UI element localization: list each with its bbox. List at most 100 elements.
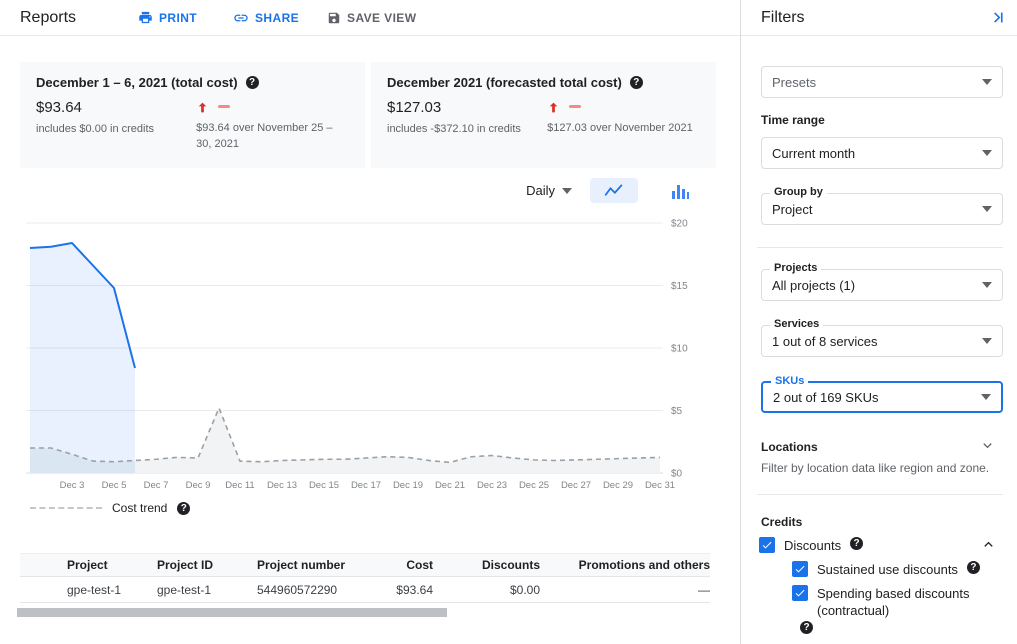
help-icon[interactable] [246,76,259,89]
svg-text:Dec 3: Dec 3 [60,480,85,491]
help-icon[interactable] [177,502,190,515]
svg-text:Dec 15: Dec 15 [309,480,339,491]
comparison-note: $93.64 over November 25 – 30, 2021 [196,121,349,153]
svg-text:Dec 7: Dec 7 [144,480,169,491]
card-title: December 1 – 6, 2021 (total cost) [36,75,238,90]
chevron-down-icon [980,438,995,453]
divider [757,494,1003,495]
card-title: December 2021 (forecasted total cost) [387,75,622,90]
page-title: Reports [20,9,76,27]
comparison-note: $127.03 over November 2021 [547,121,700,137]
discounts-credit-row: Discounts [759,537,863,554]
projects-label: Projects [770,262,821,275]
cell-promotions: — [540,583,710,597]
col-cost: Cost [357,558,433,572]
col-promotions: Promotions and others [540,558,710,572]
chart-controls: Daily [526,178,704,203]
print-button[interactable]: PRINT [138,10,197,25]
trend-up-icon [196,100,209,115]
credits-note: includes -$372.10 in credits [387,123,547,135]
caret-down-icon [562,188,572,194]
cell-project: gpe-test-1 [67,583,157,597]
services-label: Services [770,318,823,331]
link-icon [233,10,249,26]
locations-expand-button[interactable] [980,438,995,458]
cost-chart: $0$5$10$15$20Dec 3Dec 5Dec 7Dec 9Dec 11D… [20,210,720,502]
spending-discounts-row: Spending based discounts (contractual) [792,585,985,619]
help-icon[interactable] [800,621,813,634]
presets-dropdown[interactable]: Presets [761,66,1003,98]
skus-dropdown[interactable]: SKUs 2 out of 169 SKUs [761,381,1003,413]
print-label: PRINT [159,11,197,25]
presets-value: Presets [772,75,982,90]
bar-chart-toggle[interactable] [656,178,704,203]
cell-project-number: 544960572290 [257,583,357,597]
discounts-label: Discounts [784,537,841,554]
interval-value: Daily [526,183,555,198]
forecast-cost-card: December 2021 (forecasted total cost) $1… [371,62,716,168]
caret-down-icon [982,282,992,288]
group-by-label: Group by [770,186,827,199]
line-chart-icon [603,184,625,198]
group-by-dropdown[interactable]: Group by Project [761,193,1003,225]
help-icon[interactable] [850,537,863,550]
svg-text:Dec 9: Dec 9 [186,480,211,491]
col-project: Project [67,558,157,572]
chart-legend: Cost trend [30,501,190,515]
share-label: SHARE [255,11,299,25]
svg-text:$0: $0 [671,469,683,480]
share-button[interactable]: SHARE [233,10,299,26]
services-dropdown[interactable]: Services 1 out of 8 services [761,325,1003,357]
horizontal-scrollbar[interactable] [17,608,447,617]
billing-reports-page: Reports PRINT SHARE SAVE VIEW December 1… [0,0,1017,644]
trend-flat-icon [218,105,230,109]
keyboard-tab-icon [989,9,1006,26]
services-value: 1 out of 8 services [772,334,982,349]
checkbox-discounts[interactable] [759,537,775,553]
filters-header: Filters [741,0,1017,36]
table-header-row: Project Project ID Project number Cost D… [20,553,710,577]
bar-chart-icon [671,183,689,199]
interval-dropdown[interactable]: Daily [526,183,572,198]
col-project-id: Project ID [157,558,257,572]
caret-down-icon [981,394,991,400]
svg-text:Dec 23: Dec 23 [477,480,507,491]
svg-text:Dec 21: Dec 21 [435,480,465,491]
filters-panel: Filters Presets Time range Current month… [740,0,1017,644]
checkmark-icon [761,539,773,551]
help-icon[interactable] [630,76,643,89]
save-view-button[interactable]: SAVE VIEW [327,11,416,25]
checkbox-spending-based-discounts[interactable] [792,585,808,601]
checkmark-icon [794,587,806,599]
credits-note: includes $0.00 in credits [36,123,196,135]
save-icon [327,11,341,25]
time-range-label: Time range [761,113,825,127]
cell-cost: $93.64 [357,583,433,597]
group-by-value: Project [772,202,982,217]
time-range-dropdown[interactable]: Current month [761,137,1003,169]
credits-collapse-button[interactable] [981,537,996,557]
collapse-panel-button[interactable] [989,9,1006,29]
projects-dropdown[interactable]: Projects All projects (1) [761,269,1003,301]
checkbox-sustained-use-discounts[interactable] [792,561,808,577]
projects-value: All projects (1) [772,278,982,293]
printer-icon [138,10,153,25]
cost-amount: $93.64 [36,99,196,116]
cell-discounts: $0.00 [433,583,540,597]
svg-text:$5: $5 [671,406,683,417]
checkmark-icon [794,563,806,575]
skus-label: SKUs [771,375,808,388]
caret-down-icon [982,338,992,344]
locations-description: Filter by location data like region and … [761,461,991,475]
table-row[interactable]: gpe-test-1 gpe-test-1 544960572290 $93.6… [20,577,710,603]
main-content: Reports PRINT SHARE SAVE VIEW December 1… [0,0,740,644]
cost-summary-cards: December 1 – 6, 2021 (total cost) $93.64… [20,62,716,168]
line-chart-toggle[interactable] [590,178,638,203]
svg-text:Dec 13: Dec 13 [267,480,297,491]
trend-up-icon [547,100,560,115]
sustained-use-discounts-label: Sustained use discounts [817,561,958,578]
svg-text:Dec 11: Dec 11 [225,480,254,491]
cell-project-id: gpe-test-1 [157,583,257,597]
help-icon[interactable] [967,561,980,574]
sustained-discounts-row: Sustained use discounts [792,561,980,578]
